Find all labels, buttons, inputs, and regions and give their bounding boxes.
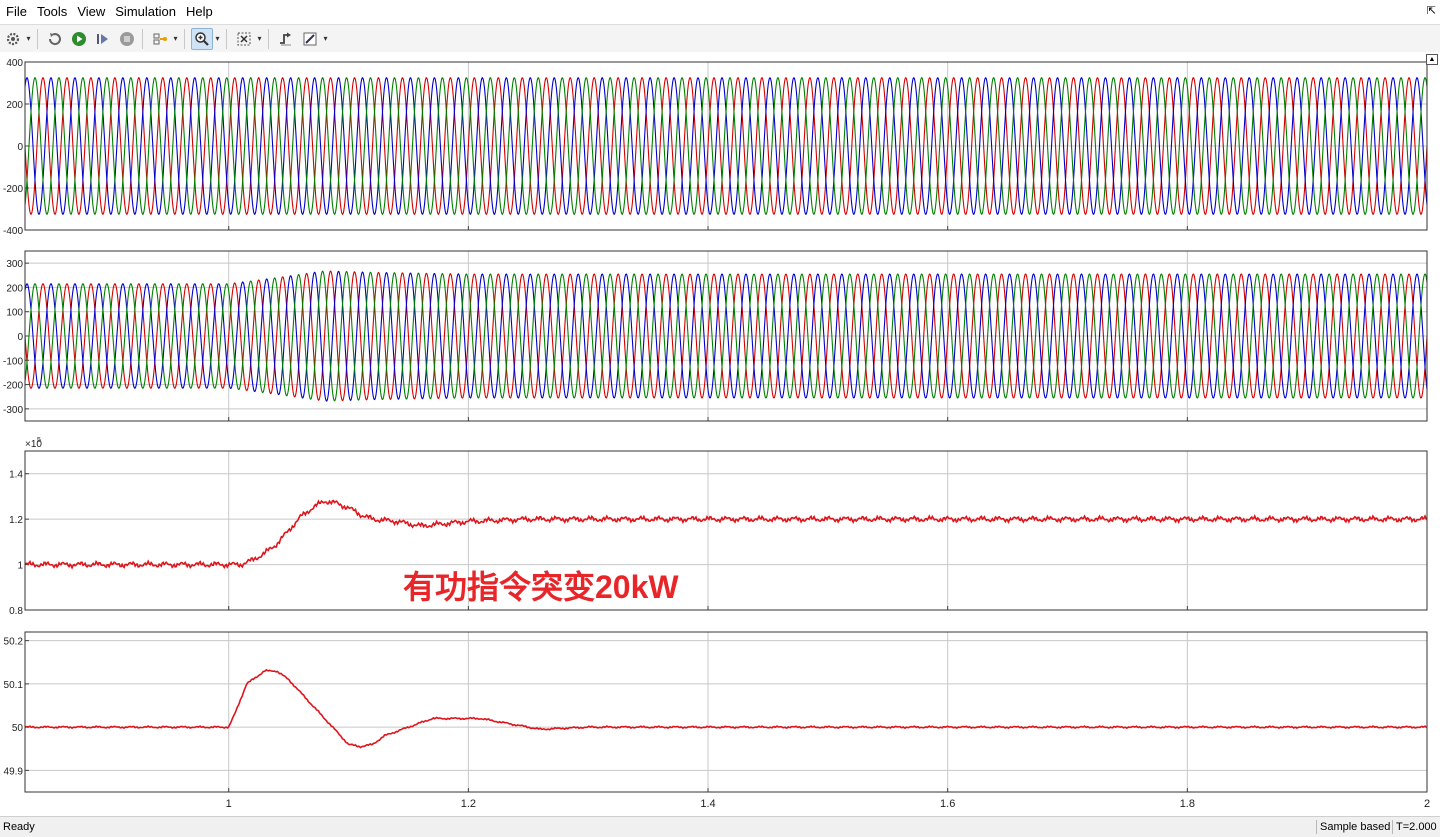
menu-bar: File Tools View Simulation Help ⇱ — [0, 0, 1440, 24]
zoom-dropdown-icon[interactable]: ▾ — [213, 34, 222, 43]
series-line-1 — [25, 668, 1427, 749]
expand-toggle-icon[interactable]: ▲ — [1426, 54, 1438, 65]
fit-dropdown-icon[interactable]: ▾ — [255, 34, 264, 43]
y-tick-label: 0 — [17, 332, 23, 343]
status-sample-mode: Sample based — [1316, 820, 1393, 834]
menu-simulation[interactable]: Simulation — [110, 0, 181, 24]
toolbar-separator — [37, 28, 38, 49]
undock-arrow-icon[interactable]: ⇱ — [1427, 4, 1436, 17]
y-tick-label: 1 — [17, 561, 23, 572]
x-tick-label: 1 — [226, 798, 232, 810]
menu-file[interactable]: File — [0, 0, 32, 24]
fit-to-view-icon[interactable] — [233, 28, 255, 50]
y-tick-label: 400 — [6, 58, 23, 69]
toolbar-separator — [142, 28, 143, 49]
y-tick-label: 200 — [6, 283, 23, 294]
style-icon[interactable] — [299, 28, 321, 50]
toolbar-separator — [268, 28, 269, 49]
x-tick-label: 1.4 — [700, 798, 715, 810]
toolbar-separator — [226, 28, 227, 49]
settings-dropdown-icon[interactable]: ▾ — [24, 34, 33, 43]
scope-plot-area: -400 -200 0 200 400 -300 -200 -100 0 100 200 300 0.8… — [0, 52, 1440, 816]
x-tick-label: 1.2 — [461, 798, 476, 810]
y-tick-label: 1.2 — [9, 515, 23, 526]
scope-plots[interactable]: -400 -200 0 200 400 -300 -200 -100 0 100 200 300 0.8… — [0, 52, 1440, 816]
step-forward-icon[interactable] — [92, 28, 114, 50]
y-tick-label: 0.8 — [9, 606, 23, 617]
y-tick-label: -100 — [3, 356, 23, 367]
zoom-icon[interactable] — [191, 27, 213, 50]
x-tick-label: 2 — [1424, 798, 1430, 810]
run-icon[interactable] — [68, 28, 90, 50]
y-tick-label: -400 — [3, 226, 23, 237]
exponent-power: 5 — [37, 437, 41, 444]
settings-icon[interactable] — [2, 28, 24, 50]
menu-help[interactable]: Help — [181, 0, 218, 24]
toolbar: ▾ ▾ ▾ ▾ ▾ — [0, 24, 1440, 53]
y-tick-label: 50 — [12, 723, 24, 734]
x-tick-label: 1.6 — [940, 798, 955, 810]
y-tick-label: 200 — [6, 100, 23, 111]
highlight-dropdown-icon[interactable]: ▾ — [171, 34, 180, 43]
status-ready: Ready — [3, 821, 35, 833]
y-tick-label: -300 — [3, 405, 23, 416]
y-tick-label: 100 — [6, 308, 23, 319]
x-tick-label: 1.8 — [1180, 798, 1195, 810]
y-tick-label: 49.9 — [4, 766, 24, 777]
y-tick-label: 0 — [17, 142, 23, 153]
stop-icon[interactable] — [116, 28, 138, 50]
highlight-icon[interactable] — [149, 28, 171, 50]
y-tick-label: -200 — [3, 184, 23, 195]
menu-tools[interactable]: Tools — [32, 0, 72, 24]
triggers-icon[interactable] — [275, 28, 297, 50]
annotation-text: 有功指令突变20kW — [403, 569, 679, 605]
y-tick-label: 50.1 — [4, 680, 24, 691]
toolbar-separator — [184, 28, 185, 49]
status-bar: Ready Sample based T=2.000 — [0, 816, 1440, 837]
y-tick-label: 1.4 — [9, 470, 23, 481]
restore-icon[interactable] — [44, 28, 66, 50]
y-tick-label: 300 — [6, 259, 23, 270]
status-time: T=2.000 — [1392, 820, 1440, 834]
style-dropdown-icon[interactable]: ▾ — [321, 34, 330, 43]
y-tick-label: 50.2 — [4, 637, 24, 648]
series-line-1 — [25, 499, 1427, 570]
menu-view[interactable]: View — [72, 0, 110, 24]
y-tick-label: -200 — [3, 381, 23, 392]
plot-frame — [24, 450, 1428, 611]
